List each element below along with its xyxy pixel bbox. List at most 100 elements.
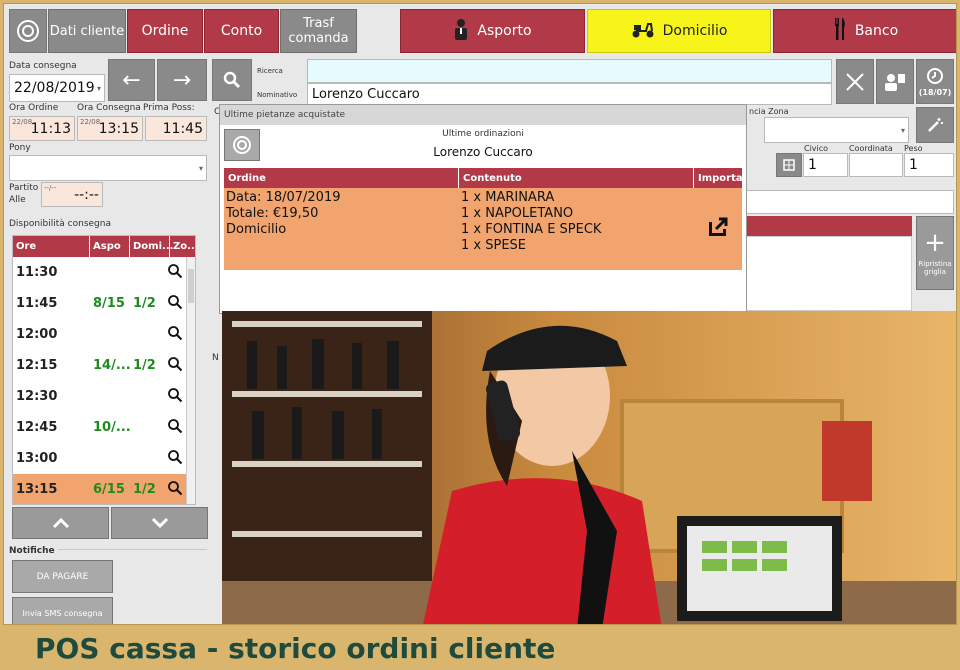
delivery-time-field[interactable]: 22/08 13:15 <box>77 116 143 141</box>
zoom-icon[interactable] <box>164 449 184 469</box>
operator-photo <box>222 311 956 624</box>
scooter-icon <box>631 20 655 42</box>
row-domi: 1/2 <box>133 296 156 311</box>
table-row[interactable]: 13:15 6/15 1/2 <box>13 474 195 504</box>
row-time: 12:45 <box>16 420 58 435</box>
chevron-down-icon: ▾ <box>96 83 101 93</box>
tab-trasf-comanda[interactable]: Trasf comanda <box>280 9 357 53</box>
availability-rows: 11:30 11:45 8/15 1/2 12:00 12:15 14/... 1/2 12:3… <box>13 257 195 504</box>
peso-field[interactable]: 1 <box>904 153 954 177</box>
import-icon <box>709 217 728 236</box>
first-possible-field: 11:45 <box>145 116 207 141</box>
send-sms-button[interactable]: Invia SMS consegna <box>12 597 113 624</box>
logo-button[interactable] <box>9 9 47 53</box>
popup-subtitle: Ultime ordinazioni <box>442 129 524 139</box>
ricerca-input[interactable] <box>307 59 832 83</box>
pony-label: Pony <box>9 143 31 153</box>
zoom-icon[interactable] <box>164 387 184 407</box>
row-aspo: 6/15 <box>93 482 125 497</box>
ricerca-label: Ricerca <box>257 67 283 75</box>
popup-title: Ultime pietanze acquistate <box>220 105 746 125</box>
order-item: 1 x NAPOLETANO <box>461 206 574 221</box>
map-icon <box>783 159 795 171</box>
zoom-icon[interactable] <box>164 325 184 345</box>
address-notes-field[interactable] <box>744 190 954 214</box>
table-row[interactable]: 13:00 <box>13 443 195 474</box>
order-row[interactable]: Data: 18/07/2019 Totale: €19,50 Domicili… <box>224 188 742 270</box>
zoom-icon[interactable] <box>164 356 184 376</box>
delivery-date-field[interactable]: 22/08/2019 ▾ <box>9 74 105 102</box>
clear-button[interactable] <box>836 59 874 104</box>
zoom-icon[interactable] <box>164 480 184 500</box>
order-total: Totale: €19,50 <box>226 206 319 221</box>
customer-card-button[interactable] <box>876 59 914 104</box>
zona-select[interactable]: ▾ <box>764 117 909 143</box>
map-button[interactable] <box>776 153 802 177</box>
zoom-icon[interactable] <box>164 418 184 438</box>
partito-time-field[interactable]: --/-- --:-- <box>41 182 103 207</box>
caption-title: POS cassa - storico ordini cliente <box>35 632 556 665</box>
mode-asporto-button[interactable]: Asporto <box>400 9 585 53</box>
table-row[interactable]: 12:45 10/... <box>13 412 195 443</box>
history-button[interactable]: (18/07) <box>916 59 954 104</box>
clock-icon <box>927 67 943 84</box>
close-icon <box>846 72 864 91</box>
tab-conto[interactable]: Conto <box>204 9 279 53</box>
search-button[interactable] <box>212 59 252 101</box>
table-row[interactable]: 11:30 <box>13 257 195 288</box>
chevron-down-icon <box>151 517 168 529</box>
nominativo-label: Nominativo <box>257 91 298 99</box>
scroll-up-button[interactable] <box>12 507 109 539</box>
partito-label: Partito <box>9 183 39 193</box>
previous-day-button[interactable]: ← <box>108 59 155 101</box>
reset-grid-button[interactable]: + Ripristina griglia <box>916 216 954 290</box>
grid-header-bar <box>744 216 912 236</box>
pos-window: Dati cliente Ordine Conto Trasf comanda … <box>3 3 957 625</box>
target-logo-icon <box>17 20 39 42</box>
row-domi: 1/2 <box>133 482 156 497</box>
alle-label: Alle <box>9 195 26 205</box>
delivery-time-label: Ora Consegna <box>77 103 141 113</box>
zoom-icon[interactable] <box>164 263 184 283</box>
table-row[interactable]: 12:15 14/... 1/2 <box>13 350 195 381</box>
cutlery-icon <box>833 18 847 44</box>
customer-card-icon <box>885 73 905 91</box>
civico-field[interactable]: 1 <box>803 153 848 177</box>
peso-label: Peso <box>904 144 923 153</box>
date-label: Data consegna <box>9 61 77 71</box>
import-order-button[interactable] <box>708 216 730 238</box>
availability-table: Ore Aspo Domi... Zo... 11:30 11:45 8/15 1/2… <box>12 235 196 505</box>
next-day-button[interactable]: → <box>157 59 207 101</box>
nominativo-input[interactable]: Lorenzo Cuccaro <box>307 83 832 105</box>
row-time: 11:45 <box>16 296 58 311</box>
mode-domicilio-button[interactable]: Domicilio <box>587 9 771 53</box>
order-time-field[interactable]: 22/08 11:13 <box>9 116 75 141</box>
table-row[interactable]: 11:45 8/15 1/2 <box>13 288 195 319</box>
chevron-up-icon <box>52 517 69 529</box>
orders-header: Ordine Contenuto Importa <box>224 168 743 188</box>
order-type: Domicilio <box>226 222 287 237</box>
grid-area <box>744 236 912 311</box>
row-aspo: 8/15 <box>93 296 125 311</box>
pony-select[interactable]: ▾ <box>9 155 207 181</box>
tab-ordine[interactable]: Ordine <box>127 9 203 53</box>
zona-label: ncia Zona <box>749 107 789 116</box>
person-icon <box>453 18 469 44</box>
magic-wand-button[interactable] <box>916 107 954 143</box>
zoom-icon[interactable] <box>164 294 184 314</box>
order-item: 1 x SPESE <box>461 238 526 253</box>
coordinata-field[interactable] <box>849 153 903 177</box>
scroll-down-button[interactable] <box>111 507 208 539</box>
plus-icon: + <box>924 228 946 258</box>
table-scrollbar[interactable] <box>186 257 195 504</box>
availability-header: Ore Aspo Domi... Zo... <box>13 236 195 257</box>
tab-dati-cliente[interactable]: Dati cliente <box>48 9 126 53</box>
hidden-label-n: N <box>212 353 219 363</box>
mode-banco-button[interactable]: Banco <box>773 9 956 53</box>
da-pagare-button[interactable]: DA PAGARE <box>12 560 113 593</box>
table-row[interactable]: 12:00 <box>13 319 195 350</box>
row-time: 12:00 <box>16 327 58 342</box>
order-history-popup: Ultime pietanze acquistate Ultime ordina… <box>219 104 747 314</box>
chevron-down-icon: ▾ <box>900 125 905 135</box>
table-row[interactable]: 12:30 <box>13 381 195 412</box>
